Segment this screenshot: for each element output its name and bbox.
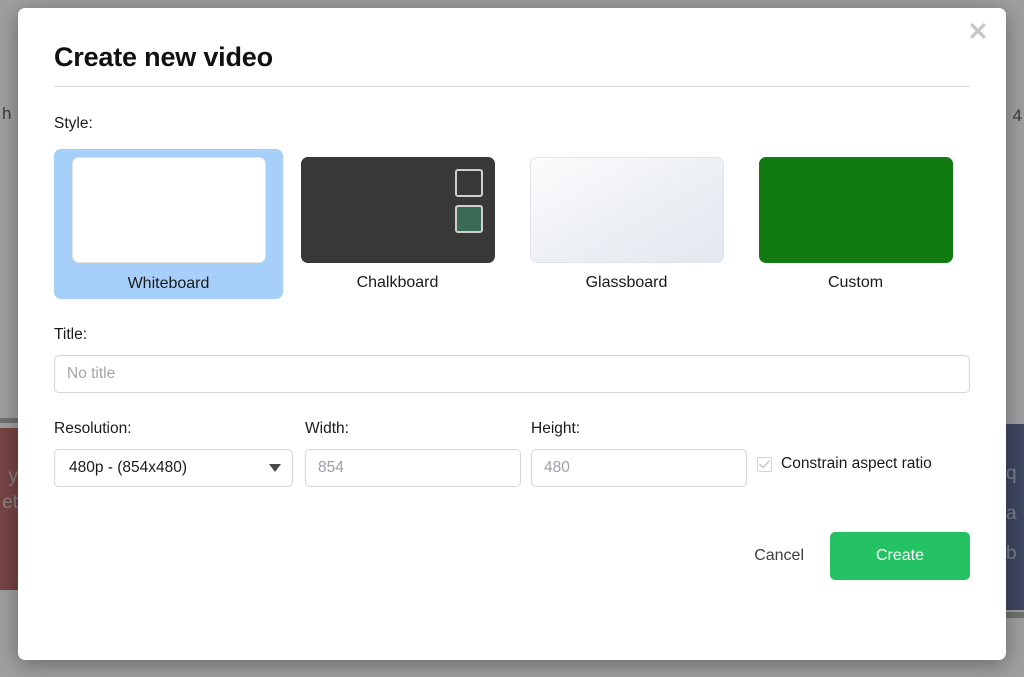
height-label: Height:: [531, 420, 581, 437]
width-input[interactable]: [305, 449, 521, 487]
width-label: Width:: [305, 420, 349, 437]
style-option-whiteboard[interactable]: Whiteboard: [54, 149, 283, 299]
checkmark-icon: [759, 459, 770, 468]
style-option-label: Chalkboard: [356, 274, 439, 291]
resolution-label: Resolution:: [54, 420, 132, 437]
resolution-select[interactable]: 480p - (854x480): [54, 449, 293, 487]
chalk-swatch-dark-icon: [454, 169, 483, 197]
resolution-select-wrapper: 480p - (854x480): [54, 449, 293, 487]
height-input[interactable]: [531, 449, 747, 487]
title-label: Title:: [54, 326, 88, 343]
style-option-label: Glassboard: [585, 274, 668, 291]
title-input[interactable]: [54, 355, 970, 393]
style-option-chalkboard[interactable]: Chalkboard: [283, 149, 512, 299]
resolution-group: Resolution: 480p - (854x480): [54, 420, 305, 487]
create-button[interactable]: Create: [830, 532, 970, 580]
close-icon[interactable]: ✕: [964, 18, 992, 46]
cancel-button[interactable]: Cancel: [750, 539, 808, 573]
style-option-label: Custom: [827, 274, 884, 291]
whiteboard-thumbnail: [71, 157, 266, 263]
resolution-selected-value: 480p - (854x480): [69, 459, 188, 476]
style-option-glassboard[interactable]: Glassboard: [512, 149, 741, 299]
constrain-aspect-ratio-group[interactable]: Constrain aspect ratio: [757, 420, 970, 473]
height-group: Height:: [531, 420, 757, 487]
style-option-custom[interactable]: Custom: [741, 149, 970, 299]
chalkboard-thumbnail: [300, 157, 495, 263]
width-group: Width:: [305, 420, 531, 487]
style-option-label: Whiteboard: [127, 275, 210, 292]
style-section: Style: Whiteboard Chalkboard Glassboard …: [54, 87, 970, 299]
resolution-row: Resolution: 480p - (854x480) Width: Heig…: [54, 393, 970, 487]
dialog-footer: Cancel Create: [54, 487, 970, 580]
constrain-aspect-ratio-checkbox[interactable]: [757, 456, 772, 472]
style-option-grid: Whiteboard Chalkboard Glassboard Custom: [54, 149, 970, 299]
constrain-aspect-ratio-label: Constrain aspect ratio: [781, 455, 932, 472]
create-new-video-dialog: ✕ Create new video Style: Whiteboard Cha…: [18, 8, 1006, 660]
chalk-swatch-green-icon: [454, 205, 483, 233]
title-section: Title:: [54, 299, 970, 393]
glassboard-thumbnail: [529, 157, 724, 263]
dialog-title: Create new video: [54, 42, 273, 72]
style-label: Style:: [54, 115, 93, 132]
custom-thumbnail: [758, 157, 953, 263]
